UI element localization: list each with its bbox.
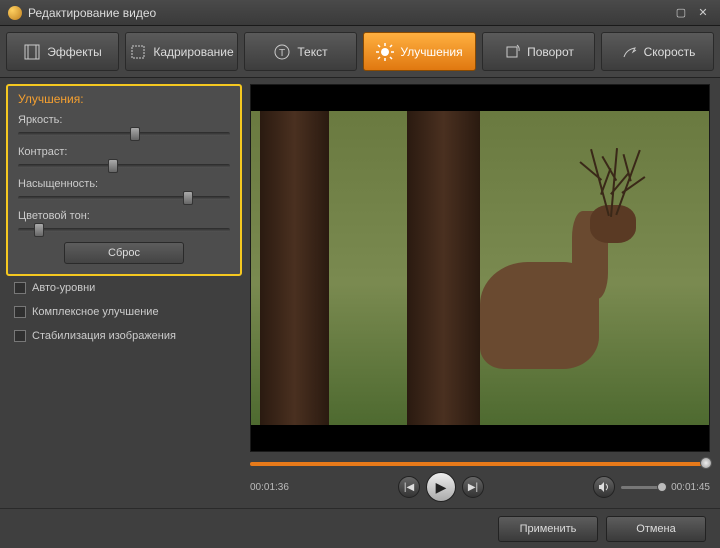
app-icon: [8, 6, 22, 20]
slider-track[interactable]: [18, 164, 230, 168]
slider-thumb[interactable]: [34, 223, 44, 237]
slider-label: Цветовой тон:: [18, 210, 230, 222]
preview-frame: [251, 111, 709, 426]
timeline: 00:01:36 |◀ ▶ ▶| 00:01:45: [250, 462, 710, 502]
speed-icon: [620, 43, 638, 61]
volume-button[interactable]: [593, 476, 615, 498]
tab-enhance[interactable]: Улучшения: [363, 32, 476, 71]
check-label: Комплексное улучшение: [32, 306, 159, 318]
check-auto-levels[interactable]: Авто-уровни: [6, 276, 242, 300]
slider-thumb[interactable]: [108, 159, 118, 173]
tab-effects[interactable]: Эффекты: [6, 32, 119, 71]
player-controls: |◀ ▶ ▶|: [398, 472, 484, 502]
tab-label: Скорость: [644, 45, 696, 59]
tab-text[interactable]: T Текст: [244, 32, 357, 71]
close-button[interactable]: ✕: [694, 6, 712, 20]
slider-track[interactable]: [18, 228, 230, 232]
slider-thumb[interactable]: [130, 127, 140, 141]
tab-label: Поворот: [527, 45, 574, 59]
slider-hue: Цветовой тон:: [18, 210, 230, 232]
next-button[interactable]: ▶|: [462, 476, 484, 498]
slider-label: Яркость:: [18, 114, 230, 126]
check-label: Стабилизация изображения: [32, 330, 176, 342]
cancel-button[interactable]: Отмена: [606, 516, 706, 542]
enhance-panel: Улучшения: Яркость: Контраст: Насыщеннос…: [6, 84, 242, 276]
video-preview[interactable]: [250, 84, 710, 452]
footer: Применить Отмена: [0, 508, 720, 548]
tab-label: Эффекты: [47, 45, 102, 59]
tab-label: Кадрирование: [153, 45, 233, 59]
time-current: 00:01:36: [250, 482, 289, 493]
rotate-icon: [503, 43, 521, 61]
checkbox-icon: [14, 330, 26, 342]
slider-label: Контраст:: [18, 146, 230, 158]
check-complex-enhance[interactable]: Комплексное улучшение: [6, 300, 242, 324]
timeline-thumb[interactable]: [700, 457, 712, 469]
crop-icon: [129, 43, 147, 61]
check-label: Авто-уровни: [32, 282, 95, 294]
slider-saturation: Насыщенность:: [18, 178, 230, 200]
window-title: Редактирование видео: [28, 6, 156, 20]
time-total: 00:01:45: [671, 482, 710, 493]
tab-label: Улучшения: [400, 45, 462, 59]
prev-button[interactable]: |◀: [398, 476, 420, 498]
checkbox-icon: [14, 306, 26, 318]
slider-label: Насыщенность:: [18, 178, 230, 190]
panel-heading: Улучшения:: [18, 92, 230, 106]
check-stabilization[interactable]: Стабилизация изображения: [6, 324, 242, 348]
tab-bar: Эффекты Кадрирование T Текст Улучшения П…: [0, 26, 720, 78]
checkbox-icon: [14, 282, 26, 294]
tab-label: Текст: [297, 45, 327, 59]
timeline-track[interactable]: [250, 462, 710, 466]
titlebar: Редактирование видео ▢ ✕: [0, 0, 720, 26]
slider-brightness: Яркость:: [18, 114, 230, 136]
side-panel: Улучшения: Яркость: Контраст: Насыщеннос…: [0, 78, 248, 508]
apply-button[interactable]: Применить: [498, 516, 598, 542]
play-button[interactable]: ▶: [426, 472, 456, 502]
text-icon: T: [273, 43, 291, 61]
slider-thumb[interactable]: [183, 191, 193, 205]
volume-track[interactable]: [621, 486, 665, 489]
slider-track[interactable]: [18, 132, 230, 136]
tab-speed[interactable]: Скорость: [601, 32, 714, 71]
volume-thumb[interactable]: [657, 482, 667, 492]
tab-crop[interactable]: Кадрирование: [125, 32, 238, 71]
svg-text:T: T: [279, 48, 285, 59]
tab-rotate[interactable]: Поворот: [482, 32, 595, 71]
minimize-button[interactable]: ▢: [672, 6, 690, 20]
slider-contrast: Контраст:: [18, 146, 230, 168]
enhance-icon: [376, 43, 394, 61]
preview-area: 00:01:36 |◀ ▶ ▶| 00:01:45: [248, 78, 720, 508]
film-icon: [23, 43, 41, 61]
reset-button[interactable]: Сброс: [64, 242, 184, 264]
slider-track[interactable]: [18, 196, 230, 200]
